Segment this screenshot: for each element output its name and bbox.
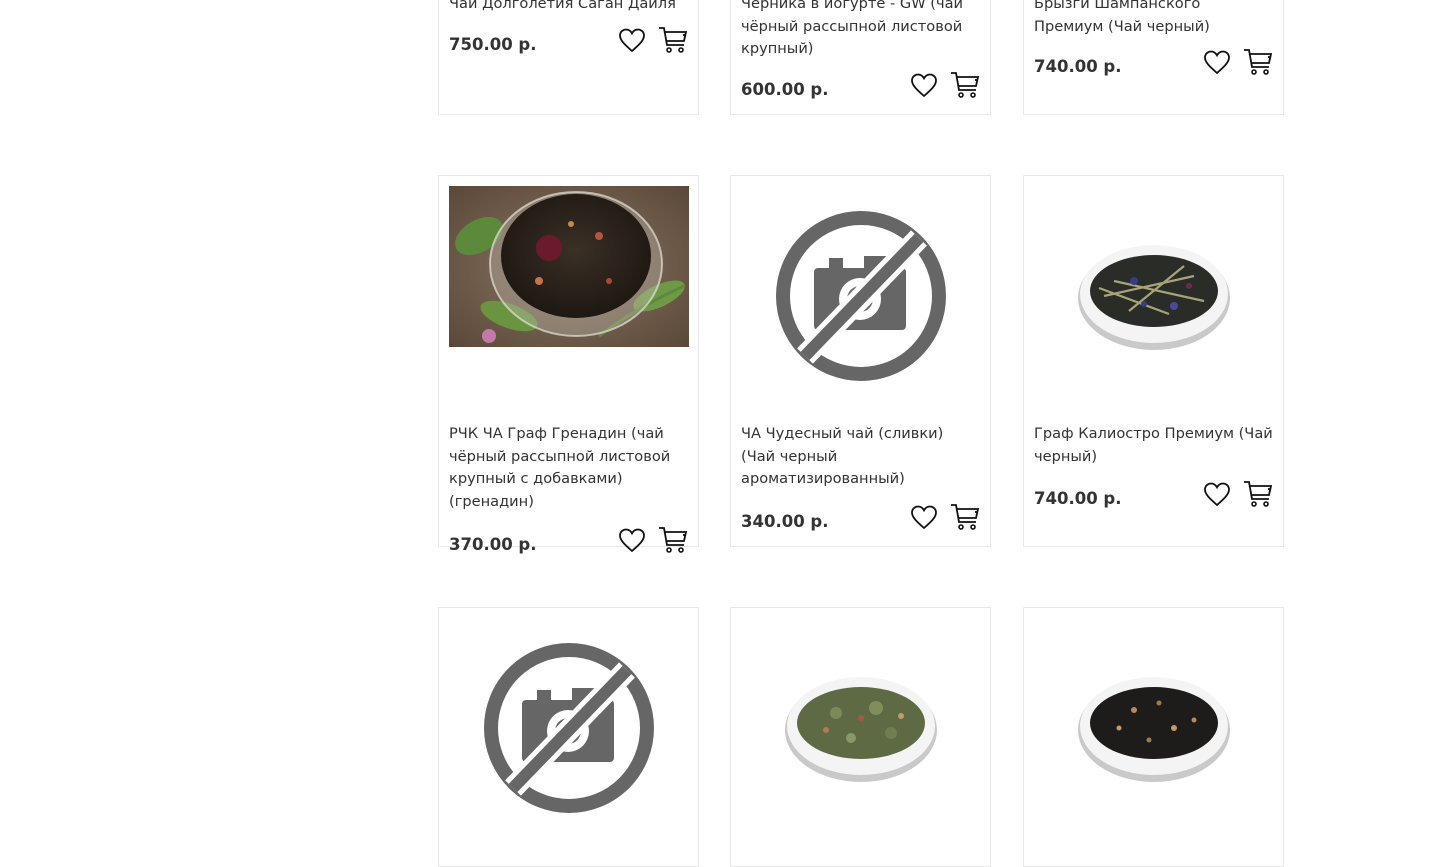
cart-icon[interactable]	[657, 24, 689, 56]
product-price: 740.00 р.	[1034, 57, 1122, 76]
product-image[interactable]	[741, 186, 981, 406]
product-card: Чай Долголетия Саган Дайля 750.00 р.	[438, 0, 699, 115]
cart-icon[interactable]	[949, 69, 981, 101]
cart-icon[interactable]	[949, 501, 981, 533]
product-card: Черника в йогурте - GW (чай чёрный рассы…	[730, 0, 991, 115]
product-price: 740.00 р.	[1034, 489, 1122, 508]
product-title[interactable]: РЧК ЧА Граф Гренадин (чай чёрный рассыпн…	[449, 423, 689, 513]
product-card	[730, 607, 991, 867]
tea-glass-photo	[449, 186, 689, 347]
heart-icon[interactable]	[618, 527, 646, 555]
product-card: Брызги Шампанского Премиум (Чай черный) …	[1023, 0, 1284, 115]
cart-icon[interactable]	[1242, 478, 1274, 510]
product-card: Граф Калиостро Премиум (Чай черный) 740.…	[1023, 175, 1284, 547]
product-title[interactable]: Брызги Шампанского Премиум (Чай черный)	[1034, 0, 1274, 38]
tea-bowl-dark	[1078, 245, 1230, 350]
product-title[interactable]: Чай Долголетия Саган Дайля	[449, 0, 689, 16]
product-image[interactable]	[449, 186, 689, 347]
heart-icon[interactable]	[618, 27, 646, 55]
product-title[interactable]: Черника в йогурте - GW (чай чёрный рассы…	[741, 0, 981, 61]
cart-icon[interactable]	[657, 524, 689, 556]
product-card: РЧК ЧА Граф Гренадин (чай чёрный рассыпн…	[438, 175, 699, 554]
tea-bowl-black	[1078, 677, 1230, 782]
heart-icon[interactable]	[910, 72, 938, 100]
heart-icon[interactable]	[910, 504, 938, 532]
product-price: 600.00 р.	[741, 80, 829, 99]
product-image[interactable]	[1034, 618, 1274, 838]
heart-icon[interactable]	[1203, 481, 1231, 509]
product-title[interactable]: ЧА Чудесный чай (сливки) (Чай черный аро…	[741, 423, 981, 491]
product-price: 340.00 р.	[741, 512, 829, 531]
product-card	[438, 607, 699, 867]
product-card	[1023, 607, 1284, 867]
no-photo-icon	[776, 211, 946, 381]
product-price: 750.00 р.	[449, 35, 537, 54]
product-price: 370.00 р.	[449, 535, 537, 554]
cart-icon[interactable]	[1242, 46, 1274, 78]
product-image[interactable]	[741, 618, 981, 838]
heart-icon[interactable]	[1203, 49, 1231, 77]
product-image[interactable]	[1034, 186, 1274, 406]
product-image[interactable]	[449, 618, 689, 838]
no-photo-icon	[484, 643, 654, 813]
product-title[interactable]: Граф Калиостро Премиум (Чай черный)	[1034, 423, 1274, 468]
product-card: ЧА Чудесный чай (сливки) (Чай черный аро…	[730, 175, 991, 547]
tea-bowl-green	[785, 677, 937, 782]
